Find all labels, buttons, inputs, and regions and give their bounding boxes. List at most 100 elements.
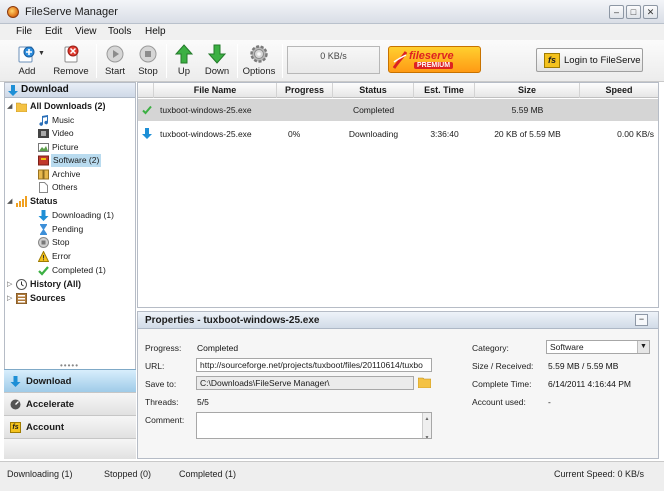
menu-view[interactable]: View [75,26,97,37]
status-downloading: Downloading (1) [7,469,73,479]
menu-bar: File Edit View Tools Help [0,24,664,40]
cell-esttime [414,99,475,121]
tree-label: Completed (1) [52,265,106,275]
start-button[interactable]: Start [101,40,129,80]
comment-scrollbar[interactable]: ▲ ▼ [422,413,431,438]
tree-label: Others [52,182,78,192]
nav-account-button[interactable]: fs Account [4,415,136,438]
nav-accelerate-button[interactable]: Accelerate [4,392,136,415]
fileserve-logo-icon: fs [544,53,560,68]
fileserve-logo-icon: fs [10,422,21,433]
folder-browse-icon[interactable] [418,377,431,388]
stop-icon [38,237,49,248]
remove-button[interactable]: Remove [51,40,91,80]
remove-icon [64,45,79,63]
premium-brand-text: fileserve [409,50,454,62]
threads-value: 5/5 [197,397,209,407]
stop-button[interactable]: Stop [134,40,162,80]
toolbar-separator [166,44,167,78]
menu-edit[interactable]: Edit [45,26,62,37]
table-row[interactable]: tuxboot-windows-25.exe Completed 5.59 MB [138,99,658,121]
film-icon [38,129,49,138]
comment-textarea[interactable]: ▲ ▼ [196,412,432,439]
window-title: FileServe Manager [25,6,118,18]
size-value: 5.59 MB / 5.59 MB [548,361,619,371]
tree-label: History (All) [30,279,82,289]
size-label: Size / Received: [472,361,534,371]
expand-icon[interactable]: ▷ [7,295,14,302]
menu-file[interactable]: File [16,26,32,37]
tree-label: Error [52,251,71,261]
login-button[interactable]: fs Login to FileServe [536,48,643,72]
threads-label: Threads: [145,397,179,407]
stop-icon [139,45,157,63]
collapse-icon[interactable]: ◢ [7,198,14,205]
cell-speed: 0.00 KB/s [617,129,654,139]
toolbar-separator [282,44,283,78]
status-current-speed: Current Speed: 0 KB/s [554,469,645,479]
nav-label: Account [26,422,64,433]
add-label: Add [18,66,36,77]
options-button[interactable]: Options [240,40,278,80]
up-button[interactable]: Up [171,40,197,80]
play-icon [106,45,124,63]
column-header-progress[interactable]: Progress [277,83,333,98]
nav-download-button[interactable]: Download [4,369,136,392]
tree-label: Picture [52,142,79,152]
add-icon [18,46,35,63]
download-arrow-icon [142,128,152,139]
menu-help[interactable]: Help [145,26,166,37]
account-used-value: - [548,397,551,407]
minimize-button[interactable]: – [609,5,624,19]
sidebar-nav: Download Accelerate fs Account [4,365,136,459]
scroll-down-icon[interactable]: ▼ [423,432,431,438]
toolbar-separator [237,44,238,78]
scroll-up-icon[interactable]: ▲ [423,413,431,425]
column-header-icon [138,83,154,98]
status-completed: Completed (1) [179,469,237,479]
arrow-up-icon [174,44,194,64]
cell-progress [285,99,331,121]
music-note-icon [39,115,49,126]
column-header-filename[interactable]: File Name [154,83,277,98]
app-logo-icon [7,6,19,18]
url-field[interactable]: http://sourceforge.net/projects/tuxboot/… [196,358,432,372]
close-button[interactable]: ✕ [643,5,658,19]
tree-label: Software (2) [51,154,102,167]
expand-icon[interactable]: ▷ [7,281,14,288]
software-box-icon [38,155,49,166]
sidebar-header-label: Download [21,84,69,95]
properties-panel: Properties - tuxboot-windows-25.exe − Pr… [137,311,659,459]
download-arrow-icon [38,210,49,221]
options-label: Options [242,66,276,77]
category-select[interactable]: Software ▼ [546,340,650,354]
column-header-speed[interactable]: Speed [580,83,658,98]
add-button[interactable]: ▼ Add [8,40,46,80]
downloads-table: File Name Progress Status Est. Time Size… [137,82,659,308]
down-button[interactable]: Down [201,40,233,80]
warning-icon [38,251,49,262]
nav-label: Download [26,376,72,387]
chevron-down-icon[interactable]: ▼ [637,341,649,353]
saveto-field[interactable]: C:\Downloads\FileServe Manager\ [196,376,414,390]
cell-status: Downloading [348,129,399,139]
add-dropdown-icon[interactable]: ▼ [38,50,45,57]
table-row[interactable]: tuxboot-windows-25.exe 0% Downloading 3:… [138,123,658,145]
tree-label: Sources [30,293,66,303]
table-header: File Name Progress Status Est. Time Size… [138,83,658,98]
column-header-status[interactable]: Status [333,83,414,98]
premium-banner[interactable]: fileserve PREMIUM [388,46,481,73]
category-label: Category: [472,343,509,353]
hourglass-icon [40,224,47,235]
toolbar-separator [96,44,97,78]
menu-tools[interactable]: Tools [108,26,131,37]
column-header-size[interactable]: Size [475,83,580,98]
tree-label: All Downloads (2) [30,101,106,111]
maximize-button[interactable]: □ [626,5,641,19]
stop-label: Stop [138,66,158,77]
collapse-button[interactable]: − [635,314,648,326]
column-header-esttime[interactable]: Est. Time [414,83,475,98]
collapse-icon[interactable]: ◢ [7,103,14,110]
gear-icon [250,45,268,63]
checkmark-icon [38,266,49,276]
